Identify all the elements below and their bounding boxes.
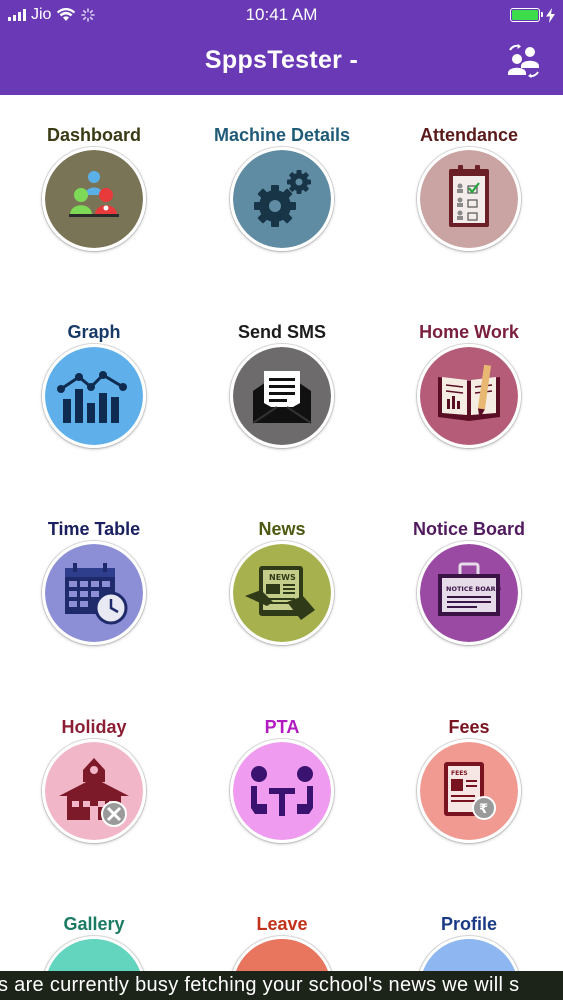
news-ticker: s are currently busy fetching your schoo… — [0, 971, 563, 1000]
tile-label: Send SMS — [237, 322, 326, 342]
tile-circle[interactable]: NEWS — [230, 541, 334, 645]
tile-label: Fees — [448, 717, 490, 737]
tile-circle[interactable]: FEES ₹ — [417, 739, 521, 843]
news-ticker-text: s are currently busy fetching your schoo… — [0, 974, 520, 996]
tile-label: Dashboard — [46, 125, 142, 145]
tile-label: Machine Details — [213, 125, 351, 145]
tile-label: Profile — [440, 914, 497, 934]
tile-circle[interactable] — [42, 344, 146, 448]
status-time: 10:41 AM — [245, 5, 318, 24]
tile-label: News — [258, 519, 306, 539]
tile-circle[interactable] — [42, 541, 146, 645]
tile-label: Home Work — [419, 322, 519, 342]
tile-label: Graph — [67, 322, 121, 342]
status-right — [510, 6, 555, 24]
switch-user-icon[interactable] — [505, 44, 543, 78]
meeting-icon — [233, 742, 331, 840]
svg-text:₹: ₹ — [479, 802, 488, 817]
tile-circle[interactable] — [42, 739, 146, 843]
tile-label: Attendance — [419, 125, 518, 145]
school-closed-icon — [45, 742, 143, 840]
envelope-icon — [233, 347, 331, 445]
tile-label: PTA — [264, 717, 300, 737]
svg-text:FEES: FEES — [451, 770, 468, 777]
tile-circle[interactable] — [42, 147, 146, 251]
charging-bolt-icon — [546, 7, 555, 23]
app-header: Jio 10:41 AM SppsTester - — [0, 0, 563, 95]
notice-board-icon: NOTICE BOARD — [420, 544, 518, 642]
tile-circle[interactable] — [230, 344, 334, 448]
tile-circle[interactable]: NOTICE BOARD — [417, 541, 521, 645]
tile-label: Time Table — [47, 519, 141, 539]
page-title: SppsTester - — [204, 46, 359, 74]
tile-circle[interactable] — [230, 739, 334, 843]
calendar-clock-icon — [45, 544, 143, 642]
svg-text:NOTICE BOARD: NOTICE BOARD — [446, 585, 502, 593]
dashboard-icon — [45, 150, 143, 248]
graph-icon — [45, 347, 143, 445]
attendance-clipboard-icon — [420, 150, 518, 248]
book-pencil-icon — [420, 347, 518, 445]
svg-text:NEWS: NEWS — [269, 573, 296, 582]
tile-circle[interactable] — [230, 147, 334, 251]
tile-circle[interactable] — [417, 344, 521, 448]
tile-label: Leave — [256, 914, 308, 934]
tile-label: Notice Board — [412, 519, 526, 539]
fees-receipt-icon: FEES ₹ — [420, 742, 518, 840]
tile-label: Gallery — [63, 914, 125, 934]
tile-label: Holiday — [61, 717, 127, 737]
news-tablet-icon: NEWS — [233, 544, 331, 642]
tile-circle[interactable] — [417, 147, 521, 251]
gears-icon — [233, 150, 331, 248]
battery-icon — [510, 8, 543, 22]
